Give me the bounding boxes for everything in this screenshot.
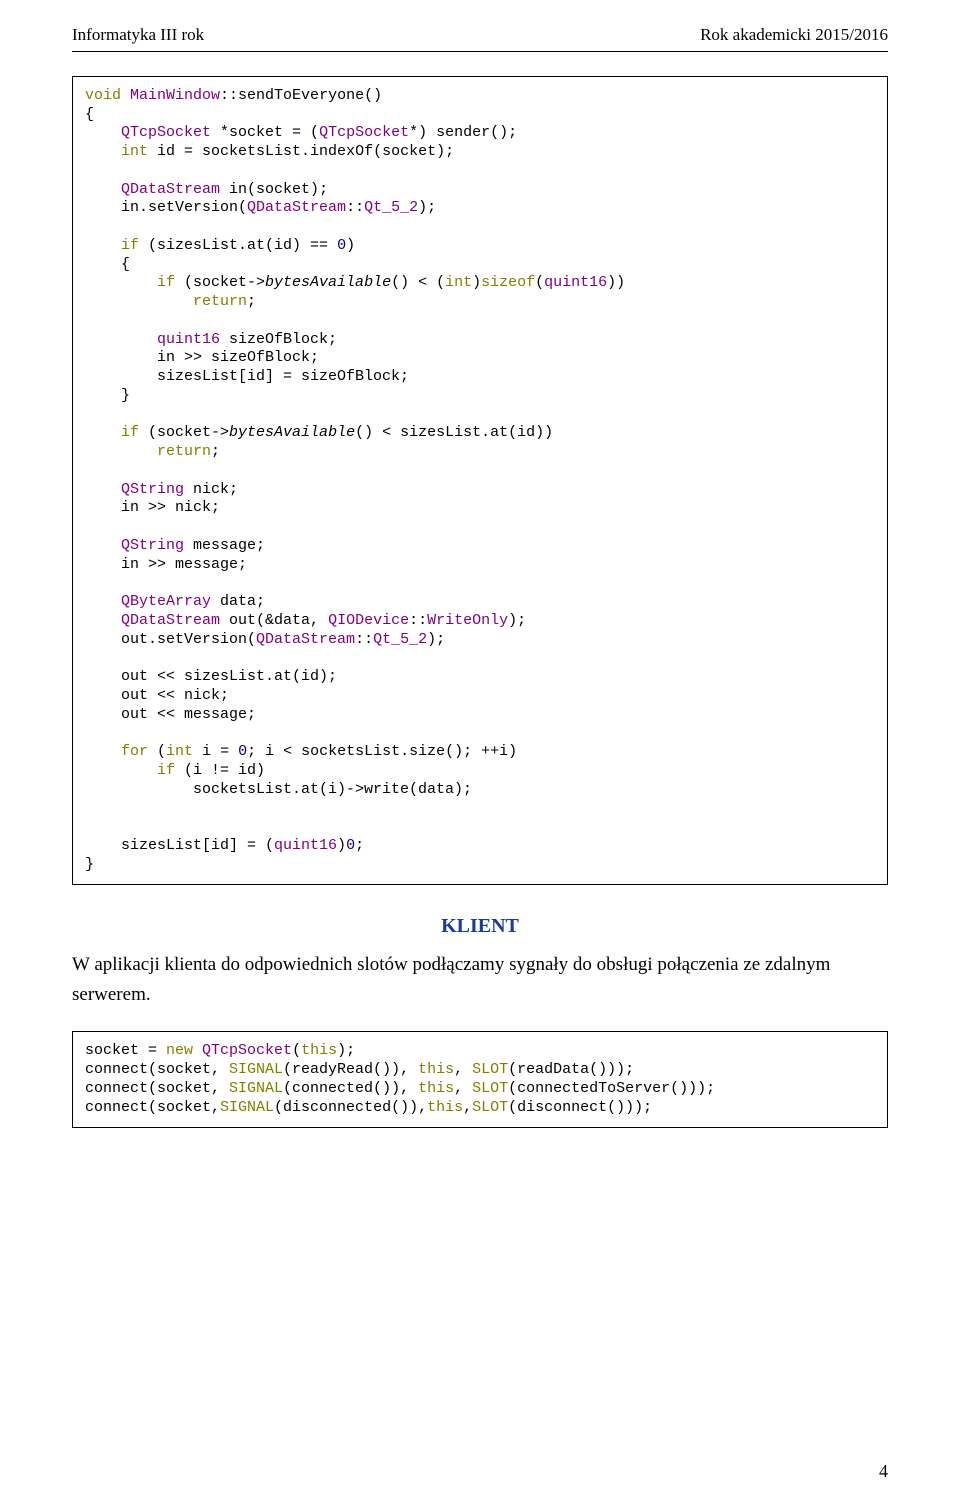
page-header: Informatyka III rok Rok akademicki 2015/…: [72, 24, 888, 47]
section-paragraph: W aplikacji klienta do odpowiednich slot…: [72, 950, 888, 1009]
code-listing-1: void MainWindow::sendToEveryone() { QTcp…: [72, 76, 888, 886]
code-listing-1-body: void MainWindow::sendToEveryone() { QTcp…: [85, 87, 875, 875]
page: Informatyka III rok Rok akademicki 2015/…: [0, 0, 960, 1509]
page-number: 4: [879, 1459, 888, 1483]
header-rule: [72, 51, 888, 52]
section-heading: KLIENT: [72, 913, 888, 940]
code-listing-2: socket = new QTcpSocket(this); connect(s…: [72, 1031, 888, 1128]
code-listing-2-body: socket = new QTcpSocket(this); connect(s…: [85, 1042, 875, 1117]
header-right: Rok akademicki 2015/2016: [700, 24, 888, 47]
header-left: Informatyka III rok: [72, 24, 204, 47]
